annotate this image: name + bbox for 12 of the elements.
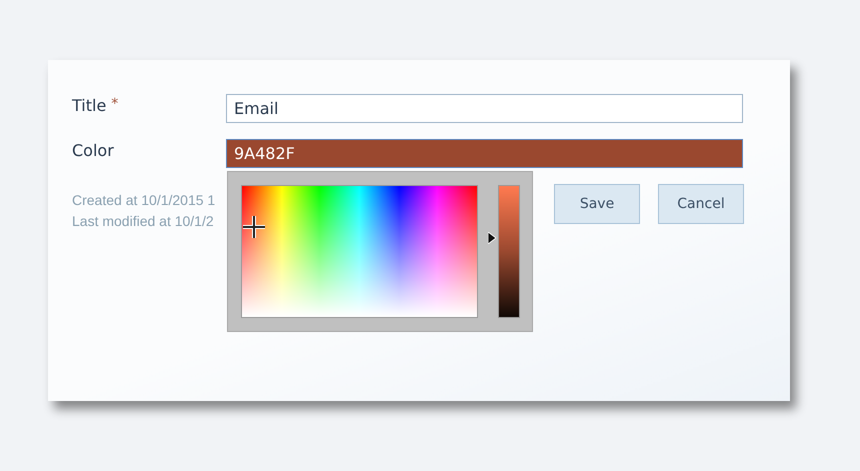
color-field[interactable]: 9A482F xyxy=(226,139,743,168)
title-field[interactable]: Email xyxy=(226,94,743,123)
required-mark: * xyxy=(111,95,118,114)
timestamp-text: Last modified at 10/1/2 xyxy=(72,213,215,229)
save-button[interactable]: Save xyxy=(554,184,640,224)
slider-thumb[interactable] xyxy=(488,232,496,244)
timestamp-text: Created at 10/1/2015 1 xyxy=(72,192,216,208)
cancel-button[interactable]: Cancel xyxy=(658,184,744,224)
field-label: Color xyxy=(72,140,114,160)
field-label: Title xyxy=(72,95,106,115)
crosshair-icon[interactable] xyxy=(242,215,266,239)
color-spectrum[interactable] xyxy=(241,185,478,318)
